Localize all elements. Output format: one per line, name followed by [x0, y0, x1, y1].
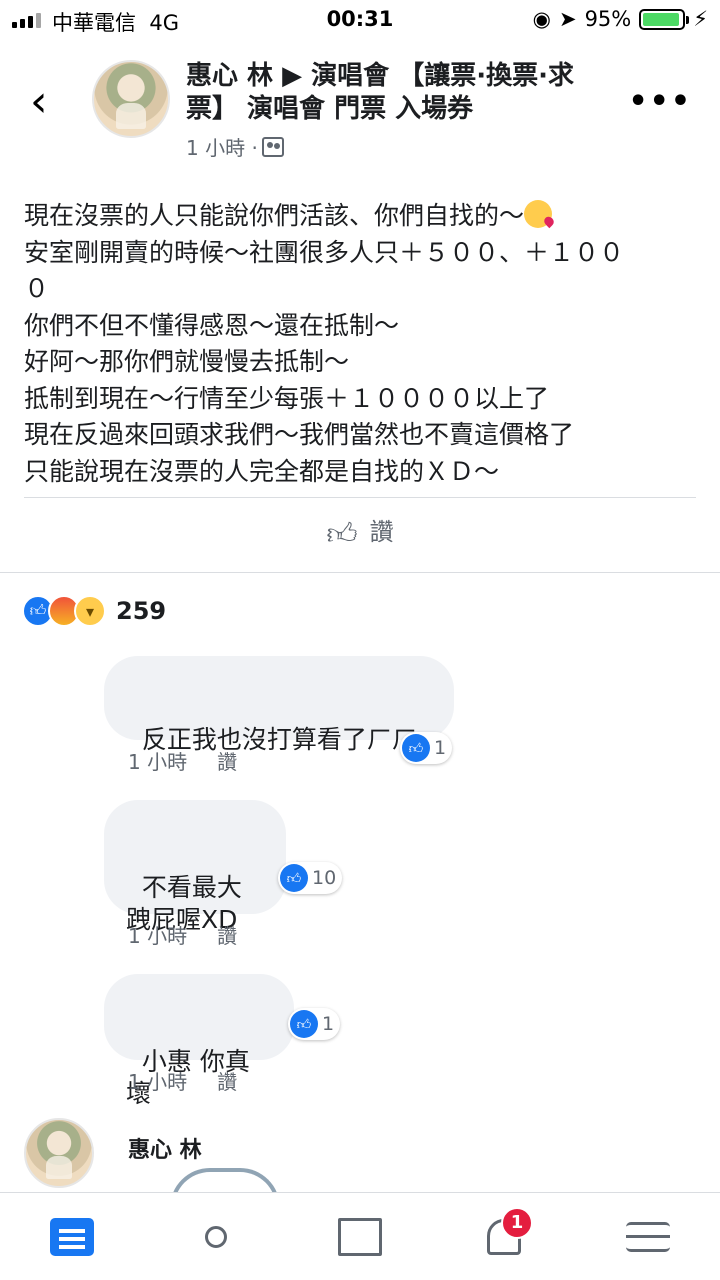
bottom-nav: 1: [0, 1192, 720, 1280]
post-line-6: 抵制到現在～行情至少每張＋１００００以上了: [24, 383, 550, 413]
like-reaction-icon: 👍︎: [290, 1010, 318, 1038]
news-feed-icon: [50, 1217, 94, 1256]
battery-percent: 95%: [584, 7, 632, 31]
comment-time[interactable]: 1 小時: [128, 924, 187, 948]
post-line-4: 你們不但不懂得感恩～還在抵制～: [24, 310, 400, 340]
group-privacy-icon: [261, 136, 284, 157]
like-reaction-icon: 👍︎: [402, 734, 430, 762]
notification-badge: 1: [501, 1206, 533, 1239]
comment-time[interactable]: 1 小時: [128, 750, 187, 774]
more-options-icon[interactable]: •••: [628, 84, 692, 119]
divider: [24, 497, 696, 498]
comment-time[interactable]: 1 小時: [128, 1070, 187, 1094]
haha-reaction-icon: ▾: [74, 595, 106, 627]
comment-like-link[interactable]: 讚: [217, 1070, 237, 1094]
tab-friends[interactable]: [181, 1207, 251, 1267]
comment-bubble[interactable]: 反正我也沒打算看了ㄏㄏ: [104, 656, 454, 754]
comment-bubble[interactable]: 不看最大 跩屁喔XD: [104, 800, 286, 934]
comment-meta: 1 小時 讚: [128, 746, 237, 775]
location-icon: ➤: [558, 7, 577, 31]
friends-icon: [205, 1225, 227, 1248]
reaction-summary[interactable]: 👍︎ ▾ 259: [22, 595, 166, 627]
battery-icon: [639, 8, 690, 30]
post-line-2: 安室剛開賣的時候～社團很多人只＋５００、＋１００: [24, 237, 625, 267]
divider: [0, 572, 720, 573]
comment-like-link[interactable]: 讚: [217, 924, 237, 948]
tab-marketplace[interactable]: [325, 1207, 395, 1267]
comment-reaction-count: 10: [312, 867, 337, 889]
comment-meta: 1 小時 讚: [128, 1066, 237, 1095]
tab-menu[interactable]: [613, 1207, 683, 1267]
post-meta: 1 小時 ·: [186, 132, 284, 161]
kissing-heart-emoji-icon: [524, 200, 553, 228]
tab-news-feed[interactable]: [37, 1207, 107, 1267]
like-reaction-icon: 👍︎: [280, 864, 308, 892]
comment-reaction[interactable]: 👍︎ 1: [288, 1008, 341, 1040]
post-time[interactable]: 1 小時 ·: [186, 132, 258, 161]
author-avatar[interactable]: [92, 60, 170, 138]
thumbs-up-icon: 👍︎: [326, 517, 358, 552]
comment-bubble[interactable]: 小惠 你真壞: [104, 974, 294, 1108]
rotation-lock-icon: ◉: [532, 7, 551, 31]
post-line-7: 現在反過來回頭求我們～我們當然也不賣這價格了: [24, 420, 575, 449]
comment-reaction[interactable]: 👍︎ 10: [278, 862, 343, 894]
charging-icon: ⚡: [693, 7, 708, 31]
status-right: ◉ ➤ 95% ⚡: [533, 7, 708, 31]
post-line-8: 只能說現在沒票的人完全都是自找的ＸＤ～: [24, 456, 500, 486]
comment-reaction-count: 1: [434, 737, 447, 759]
status-bar: 中華電信 4G 00:31 ◉ ➤ 95% ⚡: [0, 0, 720, 40]
post-line-3: ０: [24, 274, 50, 303]
commenter-avatar[interactable]: [24, 1118, 94, 1188]
comment-meta: 1 小時 讚: [128, 920, 237, 949]
marketplace-icon: [338, 1217, 382, 1256]
post-header: ‹ 惠心 林 ▶ 演唱會 【讓票·換票·求票】 演唱會 門票 入場券 1 小時 …: [0, 44, 720, 164]
menu-icon: [626, 1221, 670, 1252]
like-button-label: 讚: [369, 518, 394, 546]
commenter-name[interactable]: 惠心 林: [128, 1132, 202, 1164]
post-body: 現在沒票的人只能說你們活該、你們自找的～ 安室剛開賣的時候～社團很多人只＋５００…: [24, 198, 704, 490]
comment-reaction-count: 1: [322, 1013, 335, 1035]
comment-reaction[interactable]: 👍︎ 1: [400, 732, 453, 764]
post-line-5: 好阿～那你們就慢慢去抵制～: [24, 347, 350, 376]
tab-notifications[interactable]: 1: [469, 1206, 539, 1267]
comment-like-link[interactable]: 讚: [217, 750, 237, 774]
post-title[interactable]: 惠心 林 ▶ 演唱會 【讓票·換票·求票】 演唱會 門票 入場券: [186, 60, 616, 126]
back-chevron-icon[interactable]: ‹: [30, 80, 48, 124]
like-button[interactable]: 👍︎ 讚: [0, 512, 720, 553]
reaction-count: 259: [116, 597, 167, 625]
post-line-1: 現在沒票的人只能說你們活該、你們自找的～: [24, 201, 525, 230]
